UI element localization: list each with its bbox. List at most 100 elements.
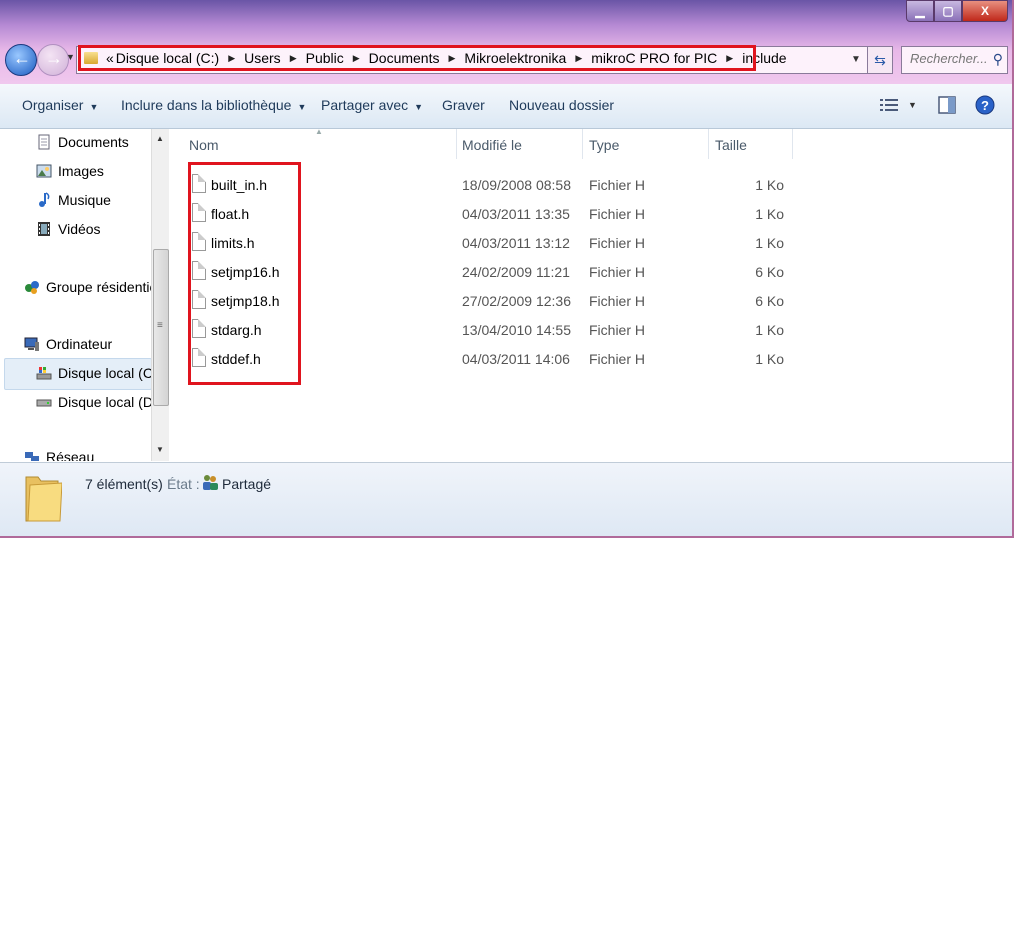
shared-users-icon: [203, 475, 218, 490]
search-input[interactable]: Rechercher...: [910, 51, 988, 66]
chevron-down-icon: ▼: [908, 100, 917, 110]
share-with-button[interactable]: Partager avec ▼: [321, 97, 423, 113]
close-button[interactable]: X: [962, 0, 1008, 22]
column-divider[interactable]: [792, 129, 793, 159]
file-modified: 04/03/2011 13:35: [462, 206, 570, 222]
file-size: 6 Ko: [755, 293, 784, 309]
forward-arrow-icon: →: [45, 48, 63, 68]
file-type: Fichier H: [589, 322, 646, 338]
scroll-up-icon[interactable]: ▲: [156, 134, 164, 143]
scrollbar-thumb[interactable]: ≡: [153, 249, 169, 406]
address-dropdown[interactable]: ▼: [851, 54, 861, 65]
file-size: 1 Ko: [755, 322, 784, 338]
nav-item-documents[interactable]: Documents: [36, 134, 129, 150]
item-count: 7 élément(s): [85, 476, 163, 492]
nav-item-disk-c[interactable]: Disque local (C:): [36, 365, 161, 381]
nav-label: Images: [58, 163, 104, 179]
preview-pane-button[interactable]: [938, 94, 956, 116]
computer-icon: [24, 337, 39, 351]
videos-icon: [38, 222, 50, 236]
column-header-type[interactable]: Type: [589, 137, 619, 153]
svg-text:?: ?: [981, 98, 989, 113]
column-header-size[interactable]: Taille: [715, 137, 747, 153]
nav-label: Vidéos: [58, 221, 101, 237]
search-icon[interactable]: ⚲: [993, 51, 1003, 68]
recent-pages-dropdown[interactable]: ▼: [66, 52, 75, 62]
file-modified: 24/02/2009 11:21: [462, 264, 570, 280]
burn-label: Graver: [442, 97, 485, 113]
images-icon: [36, 164, 52, 178]
search-box[interactable]: Rechercher... ⚲: [901, 46, 1008, 74]
grip-icon: ≡: [157, 320, 163, 331]
homegroup-icon: [25, 281, 39, 294]
nav-item-computer[interactable]: Ordinateur: [24, 336, 112, 352]
address-highlight-box: [78, 45, 756, 71]
forward-button[interactable]: →: [37, 44, 69, 76]
organize-label: Organiser: [22, 97, 84, 113]
file-size: 6 Ko: [755, 264, 784, 280]
back-button[interactable]: ←: [5, 44, 37, 76]
nav-item-network[interactable]: Réseau: [24, 449, 94, 461]
chevron-down-icon: ▼: [414, 102, 424, 112]
nav-item-music[interactable]: Musique: [36, 192, 111, 208]
column-divider[interactable]: [708, 129, 709, 159]
share-with-label: Partager avec: [321, 97, 409, 113]
file-size: 1 Ko: [755, 235, 784, 251]
close-icon: X: [980, 4, 989, 18]
file-size: 1 Ko: [755, 177, 784, 193]
system-drive-icon: [36, 367, 52, 380]
files-highlight-box: [188, 162, 301, 385]
file-type: Fichier H: [589, 264, 646, 280]
nav-label: Ordinateur: [46, 336, 113, 352]
nav-label: Disque local (D:): [58, 394, 162, 410]
nav-label: Musique: [58, 192, 111, 208]
details-pane: 7 élément(s) État : Partagé: [0, 462, 1012, 536]
file-type: Fichier H: [589, 177, 646, 193]
include-library-button[interactable]: Inclure dans la bibliothèque ▼: [121, 97, 306, 113]
file-size: 1 Ko: [755, 206, 784, 222]
nav-label: Réseau: [46, 449, 95, 461]
include-library-label: Inclure dans la bibliothèque: [121, 97, 292, 113]
file-modified: 04/03/2011 13:12: [462, 235, 570, 251]
preview-pane-icon: [938, 96, 956, 114]
column-header-modified[interactable]: Modifié le: [462, 137, 522, 153]
file-modified: 18/09/2008 08:58: [462, 177, 571, 193]
command-bar: Organiser ▼ Inclure dans la bibliothèque ▼…: [0, 84, 1012, 129]
organize-button[interactable]: Organiser ▼: [22, 97, 98, 113]
file-type: Fichier H: [589, 293, 646, 309]
help-button[interactable]: ?: [975, 94, 995, 116]
refresh-button[interactable]: ⇆: [867, 46, 893, 74]
refresh-icon: ⇆: [874, 51, 886, 68]
documents-icon: [38, 134, 50, 150]
scroll-down-icon[interactable]: ▼: [156, 445, 164, 454]
network-icon: [25, 452, 39, 461]
chevron-down-icon: ▼: [89, 102, 99, 112]
nav-pane-scrollbar[interactable]: ▲ ≡ ▼: [151, 129, 169, 461]
column-divider[interactable]: [582, 129, 583, 159]
nav-item-images[interactable]: Images: [36, 163, 104, 179]
state-value: Partagé: [222, 476, 272, 492]
view-options-button[interactable]: ▼: [880, 94, 917, 116]
file-modified: 04/03/2011 14:06: [462, 351, 570, 367]
nav-item-videos[interactable]: Vidéos: [36, 221, 101, 237]
nav-item-disk-d[interactable]: Disque local (D:): [36, 394, 161, 410]
chevron-down-icon: ▼: [297, 102, 307, 112]
column-divider[interactable]: [456, 129, 457, 159]
music-icon: [39, 192, 50, 207]
navigation-pane: Documents Images Musique Vidéos Groupe r…: [0, 129, 170, 461]
file-size: 1 Ko: [755, 351, 784, 367]
new-folder-button[interactable]: Nouveau dossier: [509, 97, 614, 113]
maximize-button[interactable]: ▢: [934, 0, 962, 22]
minimize-button[interactable]: ▁: [906, 0, 934, 22]
drive-icon: [36, 399, 52, 407]
nav-label: Documents: [58, 134, 129, 150]
file-type: Fichier H: [589, 351, 646, 367]
file-modified: 27/02/2009 12:36: [462, 293, 571, 309]
burn-button[interactable]: Graver: [442, 97, 485, 113]
details-view-icon: [880, 99, 898, 111]
column-header-name[interactable]: Nom: [189, 137, 219, 153]
window-controls: ▁ ▢ X: [906, 0, 1008, 22]
folder-icon: [25, 476, 62, 522]
nav-item-homegroup[interactable]: Groupe résidentiel: [24, 279, 160, 295]
back-arrow-icon: ←: [13, 48, 31, 68]
